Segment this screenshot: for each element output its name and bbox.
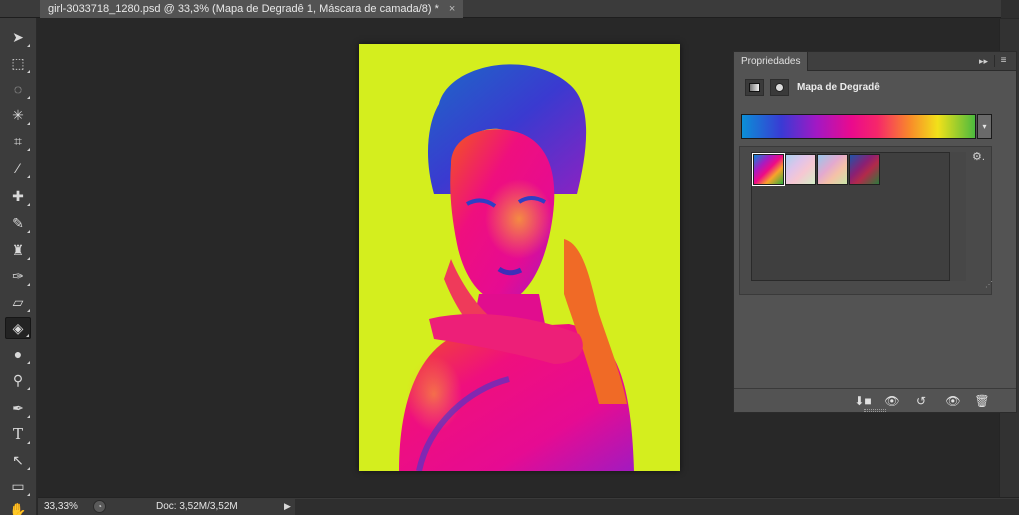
brush-tool-icon: ✎ (12, 214, 24, 231)
document-tab-title: girl-3033718_1280.psd @ 33,3% (Mapa de D… (48, 3, 439, 15)
photoshop-window: girl-3033718_1280.psd @ 33,3% (Mapa de D… (0, 0, 1019, 515)
clone-stamp-tool-icon: ♜ (11, 241, 25, 258)
marquee-tool[interactable]: ⬚ (5, 52, 31, 74)
layer-mask-icon[interactable] (770, 79, 789, 96)
crop-tool[interactable]: ⌗ (5, 130, 31, 152)
panel-resize-grip[interactable] (864, 409, 886, 412)
zoom-level[interactable]: 33,33% (44, 501, 78, 512)
path-selection-tool-icon: ↖ (12, 451, 24, 468)
chevron-down-icon: ▾ (982, 122, 987, 131)
move-tool-icon: ➤ (12, 28, 24, 45)
path-selection-tool[interactable]: ↖ (5, 449, 31, 471)
rectangle-tool-icon: ▭ (11, 477, 25, 494)
move-tool[interactable]: ➤ (5, 26, 31, 48)
history-brush-tool-icon: ✑ (12, 267, 24, 284)
pen-tool[interactable]: ✒ (5, 397, 31, 419)
hand-tool[interactable]: ✋ (5, 499, 31, 515)
history-brush-tool[interactable]: ✑ (5, 265, 31, 287)
dodge-tool-icon: ⚲ (12, 371, 24, 388)
eraser-tool[interactable]: ▱ (5, 291, 31, 313)
rectangle-tool[interactable]: ▭ (5, 475, 31, 497)
gradient-preset-swatch[interactable] (752, 153, 785, 186)
eraser-tool-icon: ▱ (12, 293, 24, 310)
horizontal-scrollbar[interactable] (295, 499, 1019, 515)
tools-panel: ➤ ⬚ ◌ ✳ ⌗ ⁄ ✚ ✎ ♜ ✑ ▱ ◈ ● ⚲ ✒ T ↖ ▭ ✋ (0, 18, 37, 515)
healing-brush-tool[interactable]: ✚ (5, 185, 31, 207)
eyedropper-tool-icon: ⁄ (16, 160, 20, 176)
pen-tool-icon: ✒ (12, 399, 24, 416)
paint-bucket-tool[interactable]: ◈ (5, 317, 31, 339)
properties-panel-footer: ⬇■ 👁 ↺ 👁 🗑 (734, 388, 1016, 412)
gradient-dropdown-button[interactable]: ▾ (977, 114, 992, 139)
properties-panel-header: Propriedades ▸▸ ≡ (734, 52, 1016, 71)
blur-tool-icon: ● (13, 346, 23, 362)
gradient-map-adjustment-icon[interactable] (745, 79, 764, 96)
document-size: Doc: 3,52M/3,52M (156, 501, 238, 512)
document-canvas[interactable] (359, 44, 680, 471)
panel-menu-icon[interactable]: ≡ (994, 55, 1012, 67)
gear-icon[interactable]: ⚙. (972, 150, 985, 163)
eyedropper-tool[interactable]: ⁄ (5, 157, 31, 179)
gradient-presets-list (751, 152, 961, 281)
blur-tool[interactable]: ● (5, 343, 31, 365)
clone-stamp-tool[interactable]: ♜ (5, 239, 31, 261)
crop-tool-icon: ⌗ (14, 132, 22, 149)
resize-grip-icon[interactable]: ⋰ (985, 280, 993, 289)
adjustment-title: Mapa de Degradê (797, 82, 880, 93)
document-status-icon[interactable]: ◔ (93, 500, 106, 513)
gradient-map-portrait-image (399, 64, 634, 471)
clip-to-layer-icon[interactable]: ⬇■ (852, 393, 874, 409)
properties-panel: Propriedades ▸▸ ≡ Mapa de Degradê ▾ ⚙. ⋰… (733, 51, 1017, 413)
eye-icon[interactable]: 👁 (944, 393, 962, 409)
brush-tool[interactable]: ✎ (5, 212, 31, 234)
lasso-tool[interactable]: ◌ (5, 78, 31, 100)
gradient-preset-swatch[interactable] (849, 154, 880, 185)
healing-brush-tool-icon: ✚ (12, 187, 24, 204)
document-tab-bar: girl-3033718_1280.psd @ 33,3% (Mapa de D… (0, 0, 1019, 18)
gradient-preview-bar[interactable] (741, 114, 976, 139)
gradient-picker: ⚙. ⋰ (739, 146, 993, 295)
properties-tab[interactable]: Propriedades (734, 52, 809, 71)
status-bar: 33,33% ◔ Doc: 3,52M/3,52M ▶ (38, 497, 1019, 515)
view-previous-state-icon[interactable]: 👁 (883, 393, 901, 409)
reset-icon[interactable]: ↺ (912, 393, 930, 409)
type-tool[interactable]: T (5, 423, 31, 445)
type-tool-icon: T (12, 425, 23, 443)
hand-tool-icon: ✋ (9, 501, 27, 515)
magic-wand-tool-icon: ✳ (12, 106, 24, 123)
gradient-preset-swatch[interactable] (817, 154, 848, 185)
lasso-tool-icon: ◌ (13, 81, 23, 97)
marquee-tool-icon: ⬚ (11, 54, 25, 71)
dodge-tool[interactable]: ⚲ (5, 369, 31, 391)
trash-icon[interactable]: 🗑 (973, 393, 991, 409)
paint-bucket-tool-icon: ◈ (12, 319, 24, 336)
close-icon[interactable]: × (449, 0, 455, 18)
tabbar-corner (1001, 0, 1019, 18)
gradient-picker-scrollbar[interactable] (949, 152, 966, 281)
document-tab[interactable]: girl-3033718_1280.psd @ 33,3% (Mapa de D… (40, 0, 464, 18)
gradient-preset-swatch[interactable] (785, 154, 816, 185)
status-menu-arrow-icon[interactable]: ▶ (284, 501, 291, 512)
collapse-panel-icon[interactable]: ▸▸ (979, 56, 988, 67)
magic-wand-tool[interactable]: ✳ (5, 104, 31, 126)
